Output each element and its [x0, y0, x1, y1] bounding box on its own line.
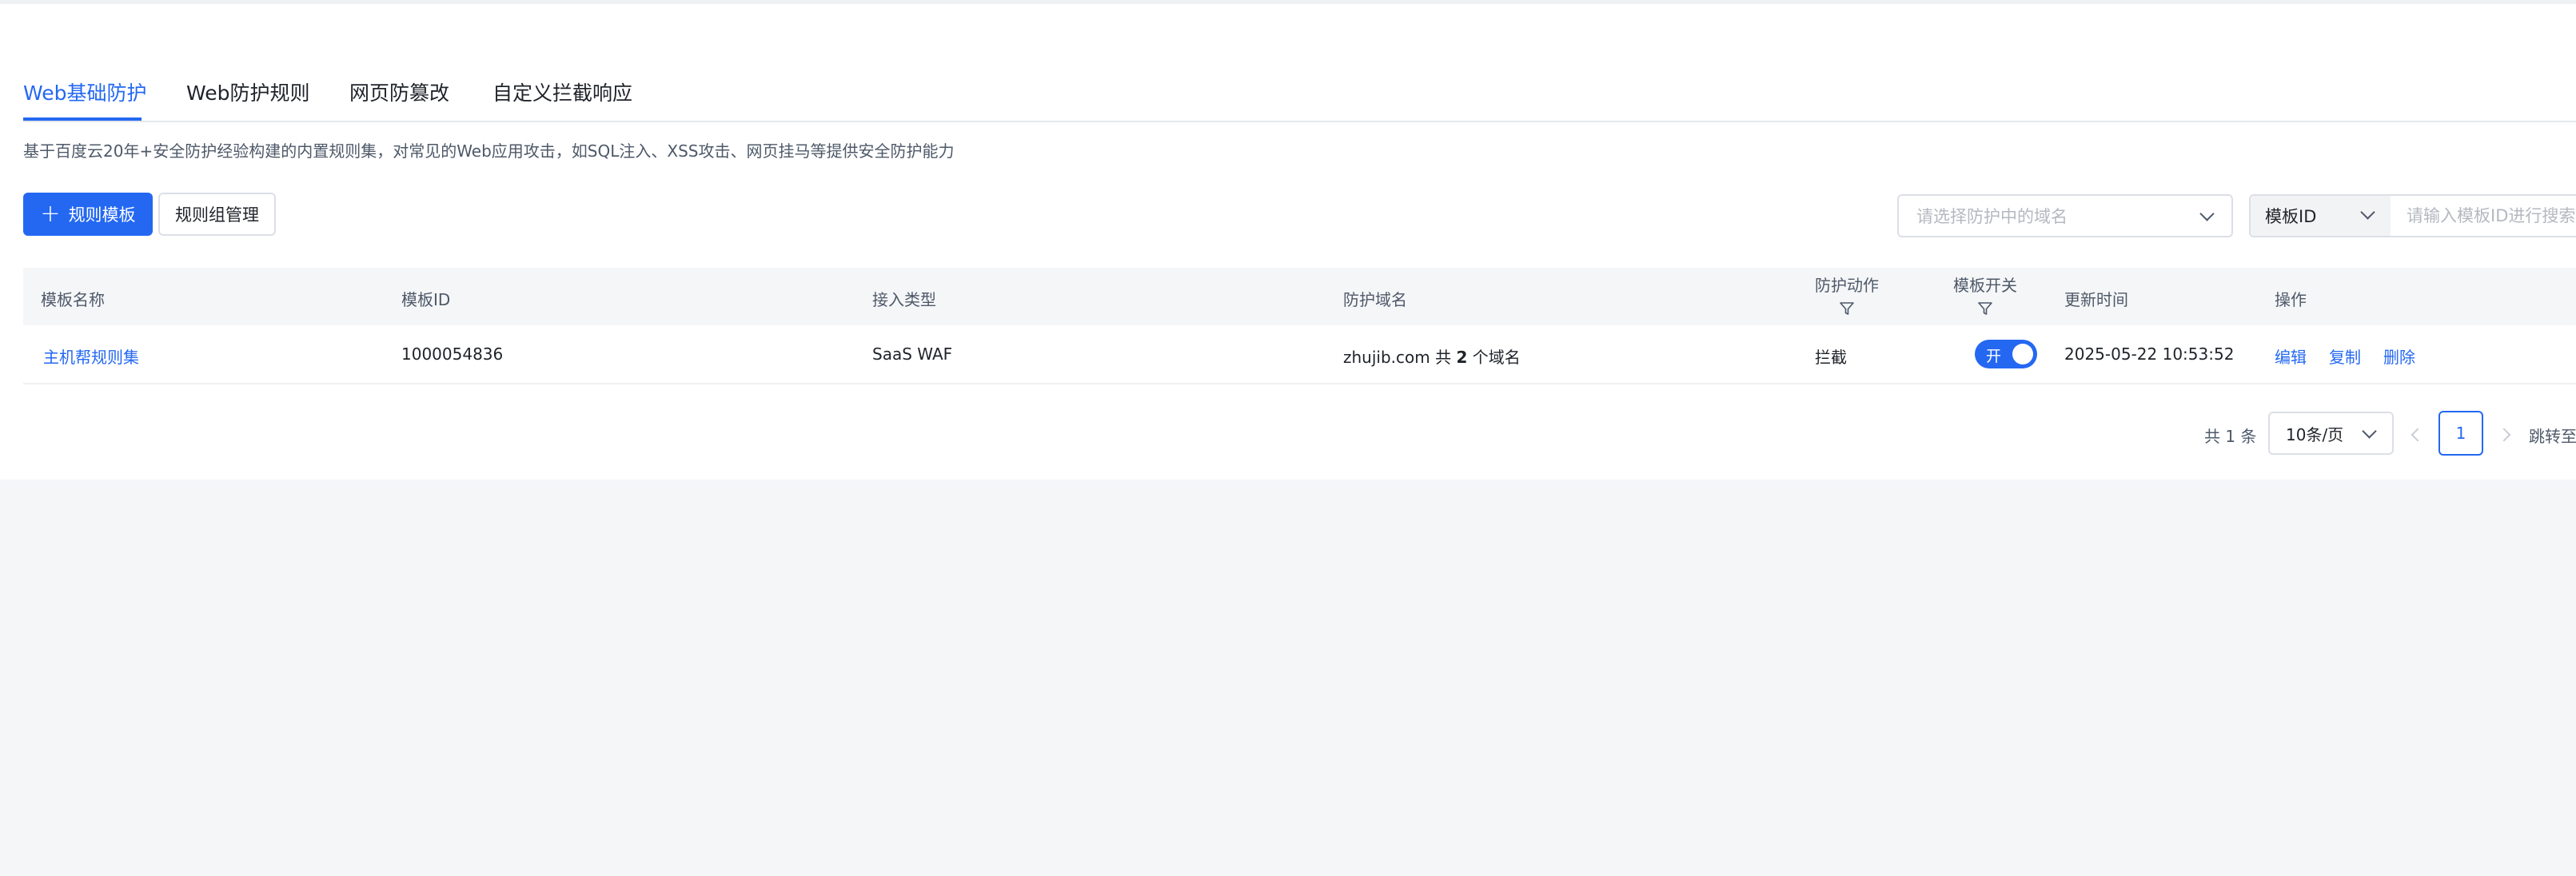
tab-bar: Web基础防护 Web防护规则 网页防篡改 自定义拦截响应 — [23, 68, 2576, 122]
edit-link[interactable]: 编辑 — [2275, 344, 2307, 368]
copy-link[interactable]: 复制 — [2329, 344, 2361, 368]
updated-time: 2025-05-22 10:53:52 — [2064, 344, 2235, 364]
domain-count: 2 — [1456, 348, 1468, 367]
pagination-total: 共 1 条 — [2204, 427, 2257, 446]
template-name-link[interactable]: 主机帮规则集 — [43, 344, 139, 368]
column-header-action-label: 防护动作 — [1815, 276, 1879, 295]
search-type-label: 模板ID — [2265, 207, 2317, 226]
search-type-select[interactable]: 模板ID — [2251, 196, 2391, 236]
page-size-select[interactable]: 10条/页 — [2268, 412, 2394, 455]
table-row: 主机帮规则集 1000054836 SaaS WAF zhujib.com 共 … — [23, 325, 2576, 384]
chevron-down-icon — [2360, 205, 2375, 220]
column-header-action: 防护动作 — [1815, 273, 1879, 317]
chevron-down-icon — [2362, 424, 2377, 439]
column-header-operations: 操作 — [2275, 290, 2307, 309]
protected-domain: zhujib.com 共 2 个域名 — [1343, 344, 1521, 368]
prev-page-icon[interactable] — [2411, 428, 2425, 442]
add-rule-template-button[interactable]: + 规则模板 — [23, 193, 153, 236]
toggle-knob — [2012, 344, 2033, 364]
column-header-updated: 更新时间 — [2064, 290, 2128, 309]
add-rule-template-label: 规则模板 — [68, 205, 136, 225]
search-input[interactable] — [2407, 196, 2576, 236]
filter-icon[interactable] — [1839, 301, 1855, 317]
toggle-label: 开 — [1986, 348, 2002, 365]
page-description: 基于百度云20年+安全防护经验构建的内置规则集，对常见的Web应用攻击，如SQL… — [23, 141, 955, 161]
main-panel: Web基础防护 Web防护规则 网页防篡改 自定义拦截响应 基于百度云20年+安… — [0, 4, 2576, 480]
domain-select[interactable]: 请选择防护中的域名 — [1897, 194, 2233, 237]
column-header-switch: 模板开关 — [1953, 273, 2017, 317]
column-header-domain: 防护域名 — [1343, 290, 1407, 309]
jump-to-label: 跳转至 — [2529, 427, 2576, 446]
filter-icon[interactable] — [1977, 301, 1993, 317]
column-header-name: 模板名称 — [41, 290, 105, 309]
tab-web-basic-protection[interactable]: Web基础防护 — [23, 78, 147, 106]
column-header-id: 模板ID — [401, 290, 451, 309]
template-switch-toggle[interactable]: 开 — [1975, 340, 2037, 368]
domain-select-placeholder: 请选择防护中的域名 — [1916, 207, 2068, 226]
tab-custom-block-response[interactable]: 自定义拦截响应 — [492, 78, 632, 106]
active-tab-indicator — [23, 117, 142, 121]
protection-action: 拦截 — [1815, 348, 1847, 367]
next-page-icon[interactable] — [2497, 428, 2511, 442]
access-type: SaaS WAF — [872, 344, 953, 364]
tab-page-tamper-protection[interactable]: 网页防篡改 — [349, 78, 449, 106]
chevron-down-icon — [2199, 206, 2215, 221]
tab-web-protection-rules[interactable]: Web防护规则 — [186, 78, 310, 106]
page-size-label: 10条/页 — [2286, 424, 2344, 444]
template-id: 1000054836 — [401, 344, 504, 364]
delete-link[interactable]: 删除 — [2383, 344, 2415, 368]
domain-suffix: 个域名 — [1467, 348, 1521, 367]
plus-icon: + — [40, 200, 61, 228]
table-header: 模板名称 模板ID 接入类型 防护域名 防护动作 模板开关 更新时间 操作 — [23, 268, 2576, 325]
column-header-access-type: 接入类型 — [872, 290, 936, 309]
domain-text: zhujib.com 共 — [1343, 348, 1457, 367]
rule-group-manage-button[interactable]: 规则组管理 — [158, 193, 276, 236]
search-group: 模板ID — [2249, 194, 2576, 237]
page-number-current[interactable]: 1 — [2438, 411, 2483, 456]
column-header-switch-label: 模板开关 — [1953, 276, 2017, 295]
